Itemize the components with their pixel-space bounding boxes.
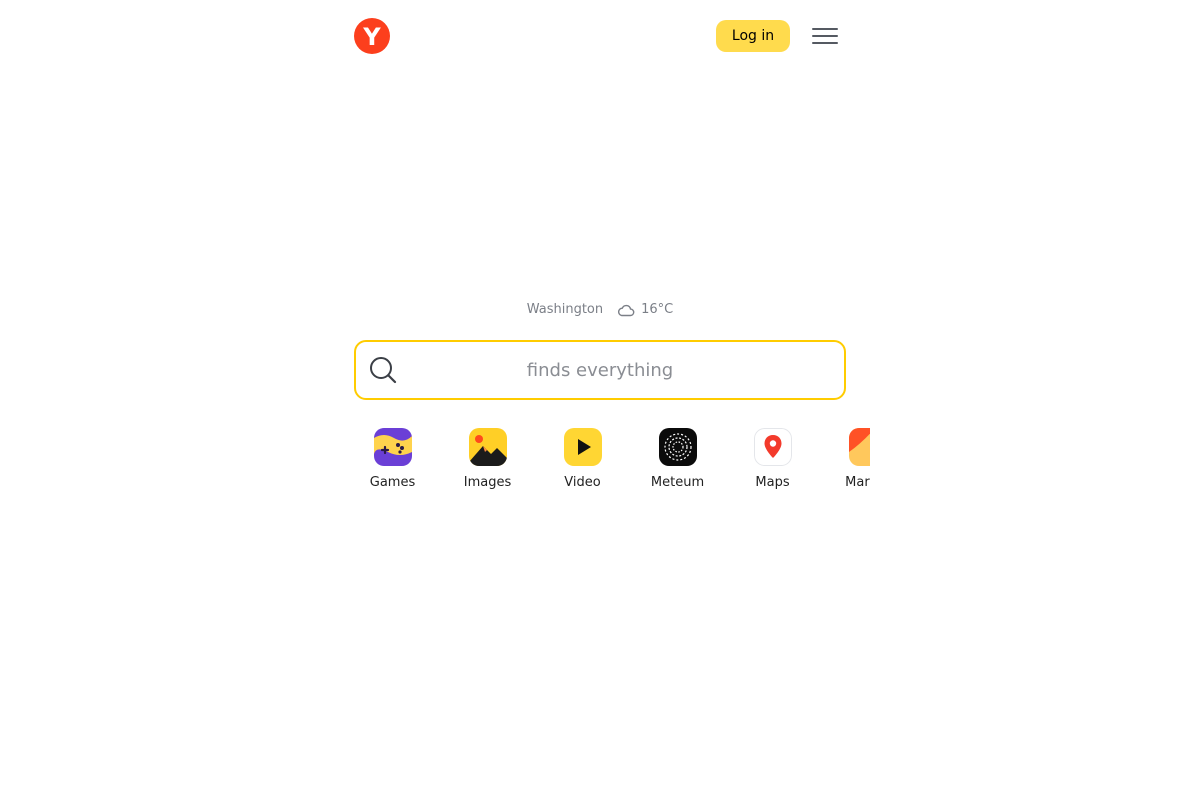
service-label: Images <box>463 475 512 490</box>
service-label: Games <box>369 475 416 490</box>
service-maps[interactable]: Maps <box>725 428 820 490</box>
service-label: Market <box>845 475 870 490</box>
service-games[interactable]: Games <box>345 428 440 490</box>
menu-button[interactable] <box>807 18 843 54</box>
weather-temperature-group[interactable]: 16°C <box>617 302 673 317</box>
weather-widget[interactable]: Washington 16°C <box>0 302 1200 317</box>
market-icon <box>848 428 870 466</box>
cloud-icon <box>618 304 635 316</box>
login-button[interactable]: Log in <box>716 20 790 52</box>
weather-city[interactable]: Washington <box>527 302 603 317</box>
service-label: Meteum <box>650 475 705 490</box>
hamburger-menu-icon <box>812 28 838 44</box>
video-icon <box>563 428 602 466</box>
service-video[interactable]: Video <box>535 428 630 490</box>
games-icon <box>373 428 412 466</box>
weather-temperature: 16°C <box>641 302 674 317</box>
service-images[interactable]: Images <box>440 428 535 490</box>
services-row: Games Images Video Meteum Maps Mar <box>345 428 870 498</box>
search-bar <box>354 340 846 400</box>
logo-letter: Y <box>363 22 381 51</box>
service-label: Maps <box>755 475 790 490</box>
service-label: Video <box>564 475 601 490</box>
service-market[interactable]: Market <box>820 428 870 490</box>
yandex-logo[interactable]: Y <box>354 18 390 54</box>
search-icon <box>370 357 397 384</box>
page: Y Log in Washington 16°C finds everythin… <box>0 0 1200 800</box>
images-icon <box>468 428 507 466</box>
maps-icon <box>753 428 792 466</box>
meteum-icon <box>658 428 697 466</box>
service-meteum[interactable]: Meteum <box>630 428 725 490</box>
search-input[interactable] <box>356 342 844 398</box>
